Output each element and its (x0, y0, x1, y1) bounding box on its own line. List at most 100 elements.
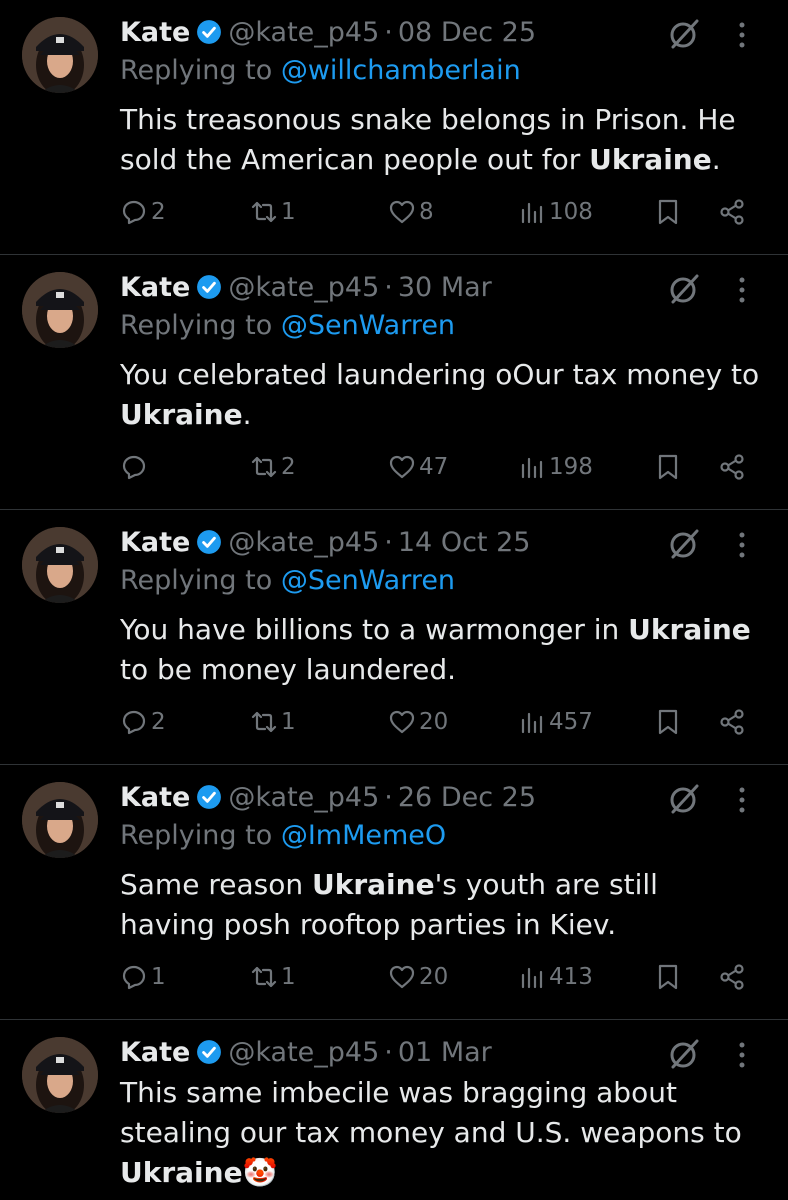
user-handle[interactable]: @kate_p45 (228, 1037, 379, 1068)
display-name[interactable]: Kate (120, 1037, 190, 1068)
like-icon (389, 455, 415, 479)
bookmark-icon[interactable] (654, 198, 682, 226)
reply-icon (122, 200, 146, 225)
reply-button[interactable] (120, 447, 151, 487)
share-icon[interactable] (718, 708, 746, 736)
tweet-date[interactable]: 14 Oct 25 (398, 527, 531, 558)
reply-button[interactable]: 2 (120, 702, 166, 742)
verified-badge-icon (197, 20, 222, 44)
tweet[interactable]: Kate @kate_p45 · 08 Dec 25 Replying to @… (0, 0, 788, 255)
action-bar: 2 1 20 457 (120, 702, 760, 742)
views-button[interactable]: 413 (518, 957, 593, 997)
action-bar: 2 1 8 108 (120, 192, 760, 232)
avatar[interactable] (22, 17, 98, 93)
share-icon[interactable] (718, 453, 746, 481)
bookmark-icon[interactable] (654, 708, 682, 736)
views-icon (521, 457, 543, 479)
repost-count: 1 (281, 199, 296, 225)
repost-button[interactable]: 2 (250, 447, 296, 487)
tweet-text: Same reason Ukraine's youth are still ha… (120, 865, 760, 945)
avatar[interactable] (22, 782, 98, 858)
views-button[interactable]: 108 (518, 192, 593, 232)
tweet-text-bold: Ukraine (628, 613, 751, 646)
repost-button[interactable]: 1 (250, 957, 296, 997)
bookmark-icon[interactable] (654, 963, 682, 991)
more-icon[interactable] (736, 785, 748, 815)
separator: · (384, 781, 393, 813)
tweet[interactable]: Kate @kate_p45 · 01 Mar This same imbeci… (0, 1020, 788, 1200)
replying-to: Replying to @willchamberlain (120, 55, 521, 86)
more-icon[interactable] (736, 20, 748, 50)
tweet-date[interactable]: 26 Dec 25 (398, 782, 536, 813)
repost-button[interactable]: 1 (250, 702, 296, 742)
avatar[interactable] (22, 1037, 98, 1113)
display-name[interactable]: Kate (120, 527, 190, 558)
display-name[interactable]: Kate (120, 272, 190, 303)
replying-to: Replying to @SenWarren (120, 310, 455, 341)
views-button[interactable]: 198 (518, 447, 593, 487)
tweet-text-part: to be money laundered. (120, 653, 456, 686)
view-count: 457 (549, 709, 593, 735)
tweet[interactable]: Kate @kate_p45 · 14 Oct 25 Replying to @… (0, 510, 788, 765)
tweet[interactable]: Kate @kate_p45 · 26 Dec 25 Replying to @… (0, 765, 788, 1020)
tweet-text-part: You have billions to a warmonger in (120, 613, 629, 646)
user-handle[interactable]: @kate_p45 (228, 527, 379, 558)
repost-icon (251, 711, 277, 733)
tweet-text-bold: Ukraine (589, 143, 712, 176)
user-handle[interactable]: @kate_p45 (228, 782, 379, 813)
replying-to-label: Replying to (120, 565, 281, 596)
like-count: 47 (419, 454, 449, 480)
like-button[interactable]: 20 (388, 702, 448, 742)
grok-icon[interactable] (667, 17, 701, 51)
reply-count: 1 (151, 964, 166, 990)
display-name[interactable]: Kate (120, 782, 190, 813)
like-icon (389, 710, 415, 734)
replying-to-label: Replying to (120, 820, 281, 851)
mention-link[interactable]: @SenWarren (281, 310, 455, 341)
grok-icon[interactable] (667, 527, 701, 561)
share-icon[interactable] (718, 963, 746, 991)
tweet-date[interactable]: 30 Mar (398, 272, 492, 303)
more-icon[interactable] (736, 275, 748, 305)
reply-button[interactable]: 2 (120, 192, 166, 232)
like-button[interactable]: 20 (388, 957, 448, 997)
bookmark-icon[interactable] (654, 453, 682, 481)
more-icon[interactable] (736, 530, 748, 560)
like-button[interactable]: 8 (388, 192, 434, 232)
avatar-image (22, 527, 98, 603)
more-icon[interactable] (736, 1040, 748, 1070)
user-handle[interactable]: @kate_p45 (228, 272, 379, 303)
tweet-date[interactable]: 01 Mar (398, 1037, 492, 1068)
separator: · (384, 1036, 393, 1068)
grok-icon[interactable] (667, 782, 701, 816)
tweet-header: Kate @kate_p45 · 14 Oct 25 (120, 522, 530, 562)
mention-link[interactable]: @ImMemeO (281, 820, 446, 851)
reply-button[interactable]: 1 (120, 957, 166, 997)
user-handle[interactable]: @kate_p45 (228, 17, 379, 48)
avatar[interactable] (22, 527, 98, 603)
separator: · (384, 271, 393, 303)
share-icon[interactable] (718, 198, 746, 226)
view-count: 413 (549, 964, 593, 990)
tweet-text-part: You celebrated laundering oOur tax money… (120, 358, 760, 391)
mention-link[interactable]: @willchamberlain (281, 55, 521, 86)
tweet-header: Kate @kate_p45 · 08 Dec 25 (120, 12, 536, 52)
views-icon (521, 202, 543, 224)
views-button[interactable]: 457 (518, 702, 593, 742)
repost-icon (251, 966, 277, 988)
tweet-text-bold: Ukraine (311, 868, 435, 901)
like-button[interactable]: 47 (388, 447, 448, 487)
mention-link[interactable]: @SenWarren (281, 565, 455, 596)
display-name[interactable]: Kate (120, 17, 190, 48)
grok-icon[interactable] (667, 272, 701, 306)
repost-button[interactable]: 1 (250, 192, 296, 232)
tweet-text: This same imbecile was bragging about st… (120, 1073, 760, 1193)
replying-to-label: Replying to (120, 55, 281, 86)
tweet-date[interactable]: 08 Dec 25 (398, 17, 536, 48)
like-icon (389, 965, 415, 989)
tweet[interactable]: Kate @kate_p45 · 30 Mar Replying to @Sen… (0, 255, 788, 510)
separator: · (384, 16, 393, 48)
avatar[interactable] (22, 272, 98, 348)
grok-icon[interactable] (667, 1037, 701, 1071)
verified-badge-icon (197, 1040, 222, 1064)
